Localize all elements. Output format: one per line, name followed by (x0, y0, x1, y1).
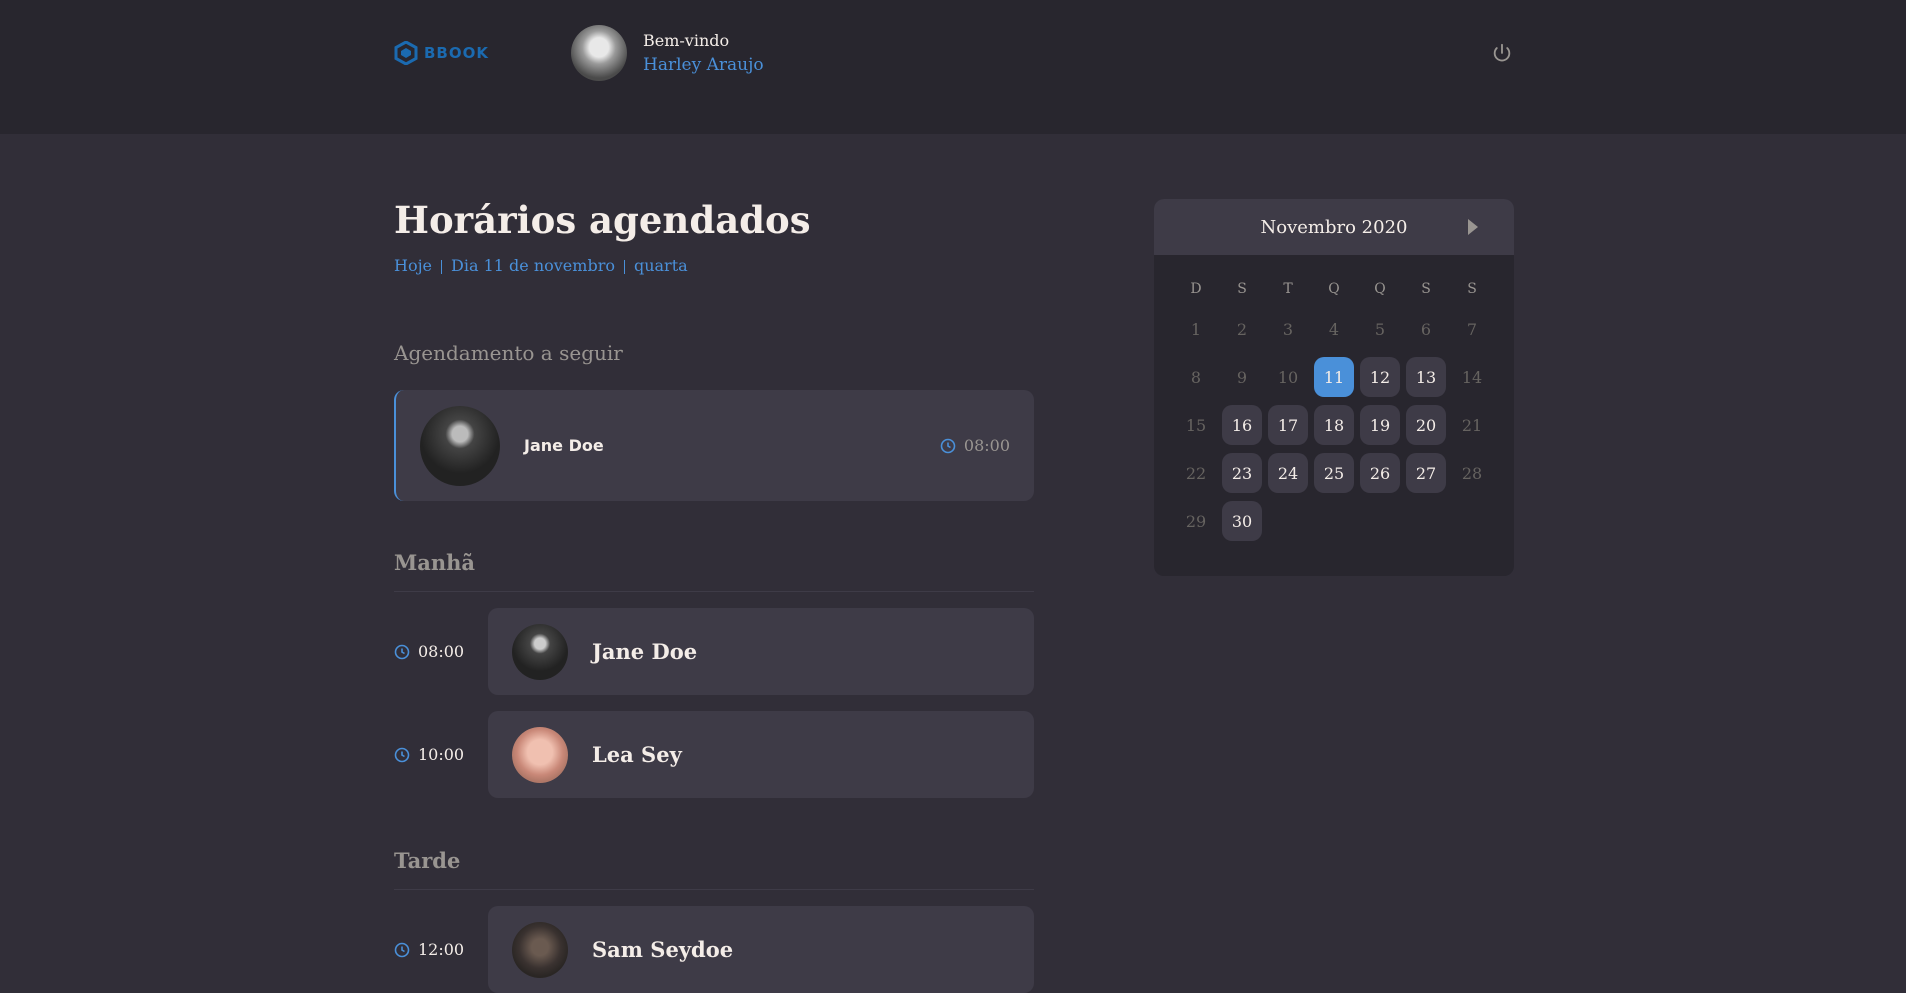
power-icon[interactable] (1491, 42, 1513, 64)
appointment-card[interactable]: Lea Sey (488, 711, 1034, 798)
appointment-card[interactable]: Jane Doe (488, 608, 1034, 695)
next-appointment-title: Agendamento a seguir (394, 341, 623, 365)
calendar-day: 7 (1466, 319, 1478, 339)
avatar (512, 921, 568, 978)
appointment-row: 10:00 Lea Sey (394, 711, 1034, 798)
calendar-day[interactable]: 13 (1406, 357, 1446, 397)
date-info: Hoje Dia 11 de novembro quarta (394, 256, 688, 275)
calendar-day: 4 (1328, 319, 1340, 339)
calendar-day: 10 (1277, 367, 1299, 387)
time-value: 08:00 (418, 642, 465, 661)
section-title-afternoon: Tarde (394, 848, 1034, 890)
today-label: Hoje (394, 256, 433, 275)
day-label: Dia 11 de novembro (451, 256, 615, 275)
avatar (512, 726, 568, 783)
calendar-day: 21 (1461, 415, 1483, 435)
calendar-day: 28 (1461, 463, 1483, 483)
avatar[interactable] (571, 24, 627, 81)
weekday-header: S (1237, 281, 1247, 297)
avatar (512, 623, 568, 680)
calendar-day[interactable]: 18 (1314, 405, 1354, 445)
calendar-day: 1 (1190, 319, 1202, 339)
appointment-time: 12:00 (394, 940, 488, 959)
time-value: 10:00 (418, 745, 465, 764)
calendar-day: 9 (1236, 367, 1248, 387)
calendar-header: Novembro 2020 (1154, 199, 1514, 255)
calendar-day[interactable]: 27 (1406, 453, 1446, 493)
client-name: Jane Doe (524, 436, 604, 455)
calendar-month: Novembro 2020 (1260, 216, 1408, 238)
calendar-day-selected[interactable]: 11 (1314, 357, 1354, 397)
clock-icon (394, 644, 410, 659)
calendar-day[interactable]: 17 (1268, 405, 1308, 445)
divider (623, 260, 625, 274)
calendar-grid: D S T Q Q S S 1 2 3 4 5 6 7 8 9 10 11 12 13 14 15 16 17 18 19 20 21… (1154, 255, 1514, 541)
calendar-day[interactable]: 19 (1360, 405, 1400, 445)
calendar-day[interactable]: 30 (1222, 501, 1262, 541)
calendar-day: 22 (1185, 463, 1207, 483)
calendar-day: 29 (1185, 511, 1207, 531)
weekday-header: S (1421, 281, 1431, 297)
calendar-day: 8 (1190, 367, 1202, 387)
time-value: 12:00 (418, 940, 465, 959)
weekday-header: Q (1374, 281, 1386, 297)
calendar-day[interactable]: 12 (1360, 357, 1400, 397)
weekday-header: T (1283, 281, 1293, 297)
avatar (420, 405, 500, 486)
weekday-label: quarta (633, 256, 688, 275)
appointment-time: 08:00 (394, 642, 488, 661)
appointment-card[interactable]: Sam Seydoe (488, 906, 1034, 993)
appointment-row: 12:00 Sam Seydoe (394, 906, 1034, 993)
calendar-day: 15 (1185, 415, 1207, 435)
weekday-header: D (1190, 281, 1202, 297)
page-title: Horários agendados (394, 198, 811, 242)
client-name: Lea Sey (592, 742, 682, 767)
calendar-day[interactable]: 20 (1406, 405, 1446, 445)
appointment-time: 08:00 (940, 436, 1010, 455)
afternoon-section: Tarde 12:00 Sam Seydoe (394, 848, 1034, 993)
client-name: Sam Seydoe (592, 937, 734, 962)
calendar-day[interactable]: 16 (1222, 405, 1262, 445)
morning-section: Manhã 08:00 Jane Doe 10:00 Lea Sey (394, 550, 1034, 798)
logo[interactable]: BBOOK (394, 40, 489, 65)
next-appointment-card[interactable]: Jane Doe 08:00 (394, 390, 1034, 501)
calendar-day[interactable]: 23 (1222, 453, 1262, 493)
weekday-header: Q (1328, 281, 1340, 297)
calendar-day[interactable]: 25 (1314, 453, 1354, 493)
time-value: 08:00 (963, 436, 1010, 455)
calendar-day[interactable]: 24 (1268, 453, 1308, 493)
appointment-row: 08:00 Jane Doe (394, 608, 1034, 695)
clock-icon (394, 747, 410, 762)
calendar-day[interactable]: 26 (1360, 453, 1400, 493)
user-profile[interactable]: Bem-vindo Harley Araujo (571, 24, 764, 81)
weekday-header: S (1467, 281, 1477, 297)
calendar: Novembro 2020 D S T Q Q S S 1 2 3 4 5 6 7 8 9 10 11 12 13 14… (1154, 199, 1514, 576)
clock-icon (940, 438, 956, 453)
clock-icon (394, 942, 410, 957)
logo-icon (394, 40, 418, 65)
section-title-morning: Manhã (394, 550, 1034, 592)
calendar-day: 5 (1374, 319, 1386, 339)
app-header: BBOOK Bem-vindo Harley Araujo (0, 0, 1906, 134)
appointment-time: 10:00 (394, 745, 488, 764)
next-month-icon[interactable] (1468, 219, 1478, 235)
calendar-day: 14 (1461, 367, 1483, 387)
client-name: Jane Doe (592, 639, 698, 664)
divider (441, 260, 443, 274)
user-name-link[interactable]: Harley Araujo (643, 53, 764, 77)
calendar-day: 2 (1236, 319, 1248, 339)
calendar-day: 3 (1282, 319, 1294, 339)
welcome-text: Bem-vindo (643, 30, 730, 50)
logo-text: BBOOK (424, 43, 489, 62)
calendar-day: 6 (1420, 319, 1432, 339)
